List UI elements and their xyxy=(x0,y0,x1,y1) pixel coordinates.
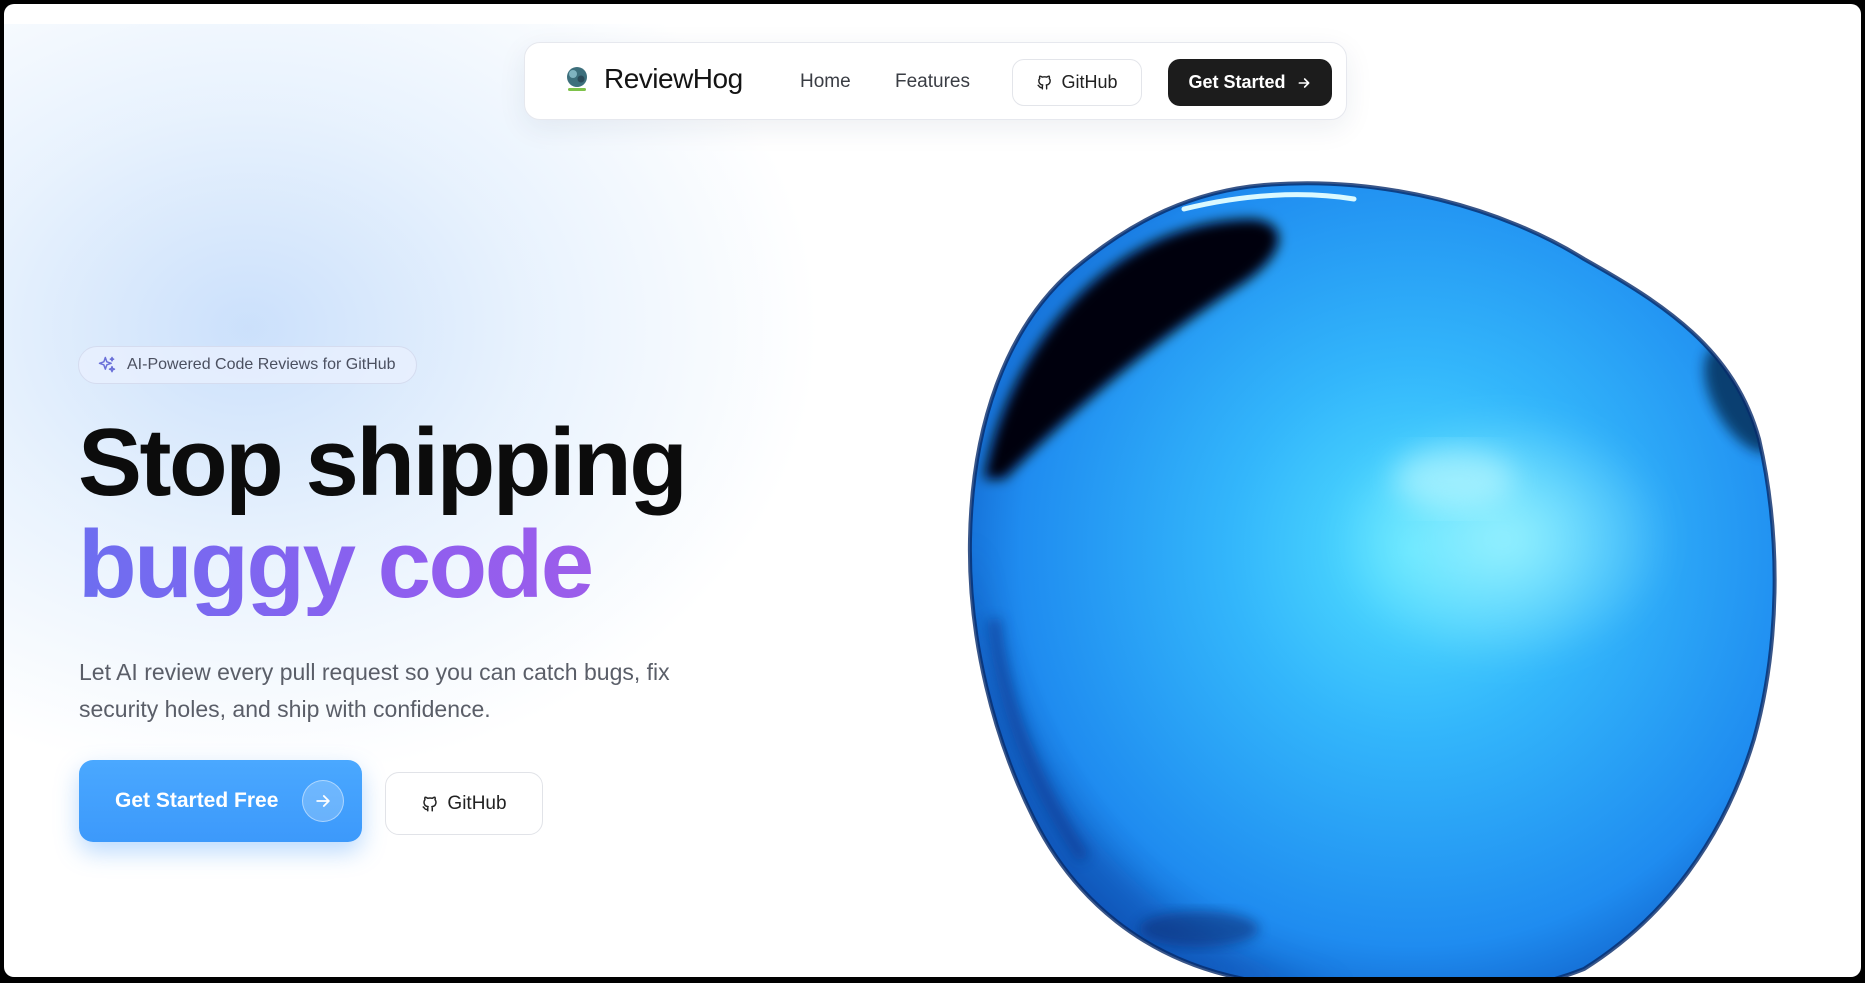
nav-github-button[interactable]: GitHub xyxy=(1012,59,1142,106)
brand-name: ReviewHog xyxy=(604,63,743,94)
arrow-right-icon xyxy=(302,780,345,822)
navbar: ReviewHog Home Features GitHub Get Start… xyxy=(524,42,1347,120)
hero-headline: Stop shipping buggy code xyxy=(78,409,688,616)
hero-github-button[interactable]: GitHub xyxy=(385,772,543,835)
reviewhog-logo-icon xyxy=(567,67,587,91)
github-icon xyxy=(1037,75,1052,90)
arrow-right-icon xyxy=(1298,77,1309,88)
hero-badge: AI-Powered Code Reviews for GitHub xyxy=(78,346,417,384)
get-started-free-button[interactable]: Get Started Free xyxy=(79,760,362,842)
nav-github-label: GitHub xyxy=(1061,72,1118,92)
headline-line-1: Stop shipping xyxy=(78,409,688,516)
get-started-free-label: Get Started Free xyxy=(115,789,279,812)
headline-line-2: buggy code xyxy=(78,514,685,616)
brand[interactable]: ReviewHog xyxy=(562,63,743,95)
sparkle-icon xyxy=(98,356,116,373)
hero-github-label: GitHub xyxy=(447,792,507,814)
hero-blob-illustration xyxy=(967,181,1777,977)
page: ReviewHog Home Features GitHub Get Start… xyxy=(4,4,1861,977)
hero-subtitle: Let AI review every pull request so you … xyxy=(79,659,670,722)
nav-link-features[interactable]: Features xyxy=(895,71,970,93)
nav-get-started-button[interactable]: Get Started xyxy=(1168,59,1332,106)
github-icon xyxy=(422,796,438,811)
nav-get-started-label: Get Started xyxy=(1188,72,1286,92)
nav-link-home[interactable]: Home xyxy=(800,71,851,93)
hero-badge-label: AI-Powered Code Reviews for GitHub xyxy=(127,356,396,373)
